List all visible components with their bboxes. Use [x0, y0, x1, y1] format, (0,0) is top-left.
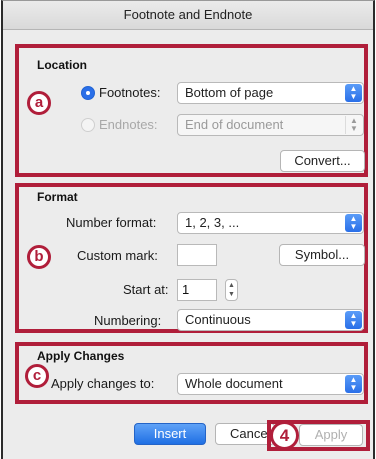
footnotes-radio[interactable]	[81, 86, 95, 100]
apply-changes-to-select[interactable]: Whole document ▲ ▼	[177, 373, 364, 395]
select-arrows-icon: ▲ ▼	[345, 116, 362, 134]
number-format-label: Number format:	[66, 215, 157, 230]
endnotes-position-select[interactable]: End of document ▲ ▼	[177, 114, 364, 136]
format-section: Format Number format: 1, 2, 3, ... ▲ ▼ Cu…	[15, 183, 368, 333]
insert-button[interactable]: Insert	[134, 423, 206, 445]
endnotes-position-value: End of document	[185, 117, 284, 132]
step-marker-4: 4	[270, 421, 299, 450]
custom-mark-label: Custom mark:	[77, 248, 158, 263]
start-at-input[interactable]: 1	[177, 279, 217, 301]
cancel-button[interactable]: Cance	[215, 423, 275, 445]
number-format-value: 1, 2, 3, ...	[185, 215, 240, 230]
apply-changes-to-value: Whole document	[185, 376, 283, 391]
footnote-endnote-dialog: Footnote and Endnote Location Footnotes:…	[1, 0, 375, 459]
numbering-value: Continuous	[185, 312, 251, 327]
number-format-select[interactable]: 1, 2, 3, ... ▲ ▼	[177, 212, 364, 234]
select-arrows-icon: ▲ ▼	[345, 375, 362, 393]
dialog-title: Footnote and Endnote	[3, 1, 373, 30]
start-at-stepper[interactable]: ▲ ▼	[225, 279, 238, 301]
custom-mark-input[interactable]	[177, 244, 217, 266]
apply-changes-heading: Apply Changes	[37, 349, 125, 363]
apply-changes-to-label: Apply changes to:	[51, 376, 155, 391]
numbering-select[interactable]: Continuous ▲ ▼	[177, 309, 364, 331]
footnotes-position-select[interactable]: Bottom of page ▲ ▼	[177, 82, 364, 104]
annotation-marker-a: a	[27, 91, 51, 115]
select-arrows-icon: ▲ ▼	[345, 84, 362, 102]
annotation-marker-c: c	[25, 364, 49, 388]
numbering-label: Numbering:	[94, 313, 162, 328]
apply-changes-section: Apply Changes Apply changes to: Whole do…	[15, 342, 368, 404]
select-arrows-icon: ▲ ▼	[345, 311, 362, 329]
annotation-marker-b: b	[27, 245, 51, 269]
location-heading: Location	[37, 58, 87, 72]
endnotes-label: Endnotes:	[99, 117, 158, 132]
endnotes-radio[interactable]	[81, 118, 95, 132]
symbol-button[interactable]: Symbol...	[279, 244, 365, 266]
select-arrows-icon: ▲ ▼	[345, 214, 362, 232]
footnotes-position-value: Bottom of page	[185, 85, 274, 100]
convert-button[interactable]: Convert...	[280, 150, 365, 172]
location-section: Location Footnotes: Bottom of page ▲ ▼ En…	[15, 44, 368, 177]
start-at-label: Start at:	[123, 282, 169, 297]
format-heading: Format	[37, 190, 78, 204]
footnotes-label: Footnotes:	[99, 85, 161, 100]
